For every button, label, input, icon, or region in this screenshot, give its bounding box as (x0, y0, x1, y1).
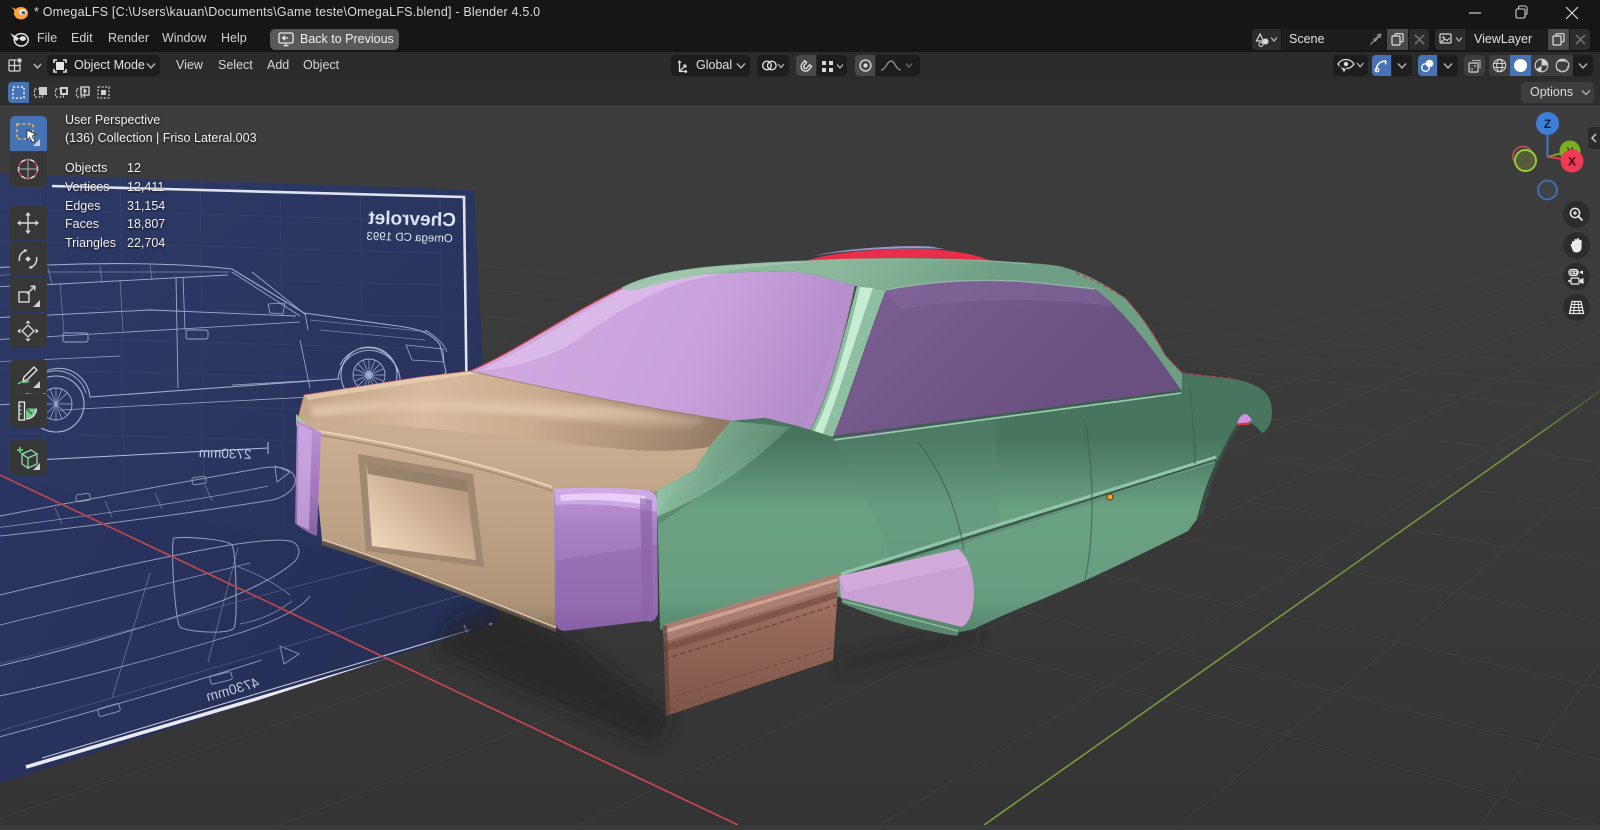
svg-text:Chevrolet: Chevrolet (367, 208, 456, 231)
svg-text:Omega CD 1993: Omega CD 1993 (366, 231, 453, 245)
svg-text:Z: Z (1544, 117, 1551, 131)
svg-text:X: X (1568, 155, 1576, 169)
svg-text:2730mm: 2730mm (199, 445, 252, 462)
